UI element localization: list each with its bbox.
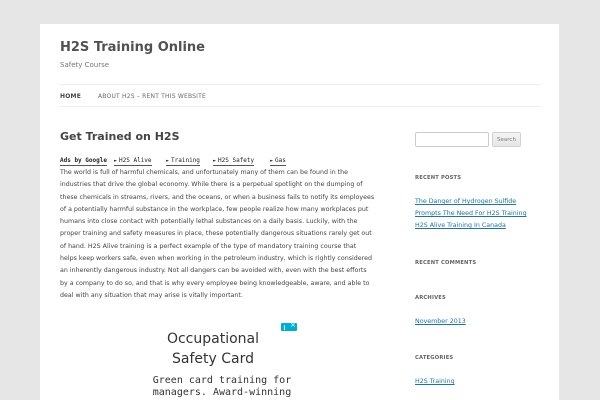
category-link[interactable]: H2S Training: [415, 376, 541, 388]
ads-by-google-label[interactable]: Ads by Google: [60, 157, 107, 166]
archive-link[interactable]: November 2013: [415, 316, 541, 328]
site-description: Safety Course: [60, 61, 110, 69]
ad-text: Green card training for managers. Award-…: [140, 375, 304, 399]
main-navigation: HOME ABOUT H2S – RENT THIS WEBSITE: [60, 84, 540, 107]
ad-link-training[interactable]: Training: [166, 157, 200, 166]
page-container: H2S Training Online Safety Course HOME A…: [40, 24, 559, 400]
nav-item-about[interactable]: ABOUT H2S – RENT THIS WEBSITE: [98, 93, 206, 100]
ad-title-line-1: Occupational: [166, 331, 260, 347]
recent-post-link[interactable]: The Danger of Hydrogen Sulfide Prompts T…: [415, 196, 541, 220]
ad-block[interactable]: Occupational Safety Card Green card trai…: [140, 321, 304, 400]
entry-title: Get Trained on H2S: [60, 130, 180, 143]
ad-text-line-2: managers. Award-winning: [152, 387, 292, 398]
search-input[interactable]: [415, 132, 489, 147]
ad-text-line-1: Green card training for: [152, 375, 292, 386]
ad-title[interactable]: Occupational Safety Card: [140, 329, 286, 369]
recent-post-link[interactable]: H2S Alive Training In Canada: [415, 220, 541, 232]
archives-title: ARCHIVES: [415, 295, 446, 301]
ad-link-h2s-safety[interactable]: H2S Safety: [213, 157, 255, 166]
ad-title-line-2: Safety Card: [172, 351, 254, 367]
recent-comments-title: RECENT COMMENTS: [415, 260, 477, 266]
categories-title: CATEGORIES: [415, 355, 454, 361]
recent-posts-title: RECENT POSTS: [415, 175, 462, 181]
ad-link-gas[interactable]: Gas: [270, 157, 286, 166]
ad-link-h2s-alive[interactable]: H2S Alive: [114, 157, 152, 166]
site-title[interactable]: H2S Training Online: [60, 40, 205, 55]
search-button[interactable]: Search: [492, 132, 521, 147]
entry-body: The world is full of harmful chemicals, …: [60, 169, 375, 299]
nav-item-home[interactable]: HOME: [60, 93, 81, 100]
